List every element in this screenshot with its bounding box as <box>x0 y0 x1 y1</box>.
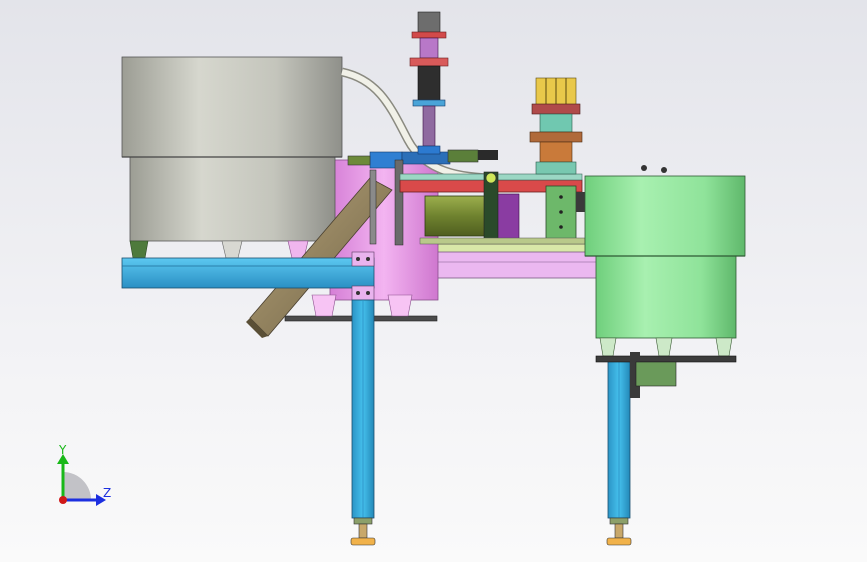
z-axis-label: Z <box>103 486 111 500</box>
press-tower-right <box>529 77 583 175</box>
leveling-foot-right <box>606 517 632 546</box>
machine-drawing: Y Z <box>57 11 746 546</box>
press-tower-left <box>409 11 449 155</box>
y-axis-label: Y <box>58 443 67 457</box>
axis-triad: Y Z <box>57 443 111 506</box>
cad-viewport[interactable]: Y Z <box>0 0 867 562</box>
left-vibratory-bowl <box>121 56 343 259</box>
axis-origin <box>59 496 67 504</box>
leveling-foot-left <box>350 517 376 546</box>
